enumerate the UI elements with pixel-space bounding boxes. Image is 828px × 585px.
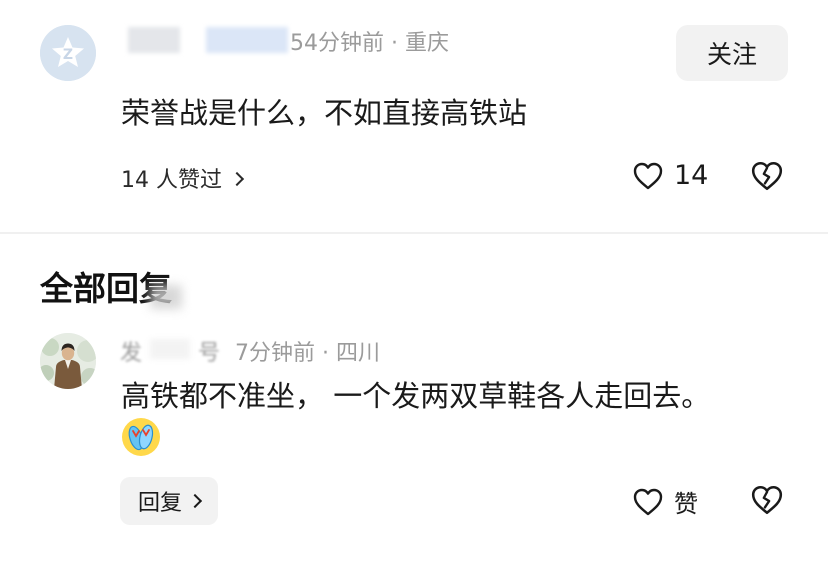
dislike-button[interactable] — [750, 484, 784, 520]
likes-summary-link[interactable]: 14 人赞过 — [121, 162, 245, 194]
user-photo-avatar — [40, 333, 96, 389]
comment-location: 重庆 — [405, 31, 450, 56]
svg-text:Z: Z — [63, 47, 73, 63]
reply-text: 高铁都不准坐， 一个发两双草鞋各人走回去。 — [121, 379, 711, 413]
comment-text: 荣誉战是什么，不如直接高铁站 — [121, 96, 528, 130]
dislike-button[interactable] — [750, 160, 784, 196]
comment-meta: 54分钟前 · 重庆 — [290, 25, 449, 57]
meta-separator: · — [391, 31, 398, 56]
author-name-redacted[interactable] — [128, 27, 180, 53]
author-name-redacted[interactable] — [206, 27, 288, 53]
reply-item: 发号 7分钟前 · 四川 高铁都不准坐， 一个发两双草鞋各人走回去。 🩴 回复 … — [0, 320, 828, 585]
flip-flops-emoji-icon — [122, 418, 160, 456]
reply-time: 7分钟前 — [235, 341, 315, 366]
heart-icon — [633, 162, 663, 189]
author-name-fragment: 号 — [198, 341, 221, 366]
follow-button[interactable]: 关注 — [676, 25, 788, 81]
comment-time: 54分钟前 — [290, 31, 384, 56]
broken-heart-icon — [751, 485, 783, 515]
redaction-mark — [150, 285, 182, 309]
meta-separator: · — [322, 341, 329, 366]
like-count: 14 — [674, 160, 709, 191]
section-divider — [0, 232, 828, 234]
likes-summary-text: 14 人赞过 — [121, 168, 222, 193]
chevron-right-icon — [229, 171, 245, 186]
like-label: 赞 — [674, 490, 698, 518]
heart-icon — [633, 488, 663, 515]
avatar[interactable] — [40, 333, 96, 389]
reply-button-label: 回复 — [137, 491, 182, 516]
reply-meta: 7分钟前 · 四川 — [235, 335, 380, 367]
like-button[interactable]: 赞 — [632, 484, 698, 519]
default-avatar-icon: Z — [40, 25, 96, 81]
reply-location: 四川 — [336, 341, 381, 366]
like-button[interactable]: 14 — [632, 160, 708, 191]
main-comment: Z 54分钟前 · 重庆 关注 荣誉战是什么，不如直接高铁站 14 人赞过 14 — [0, 0, 828, 232]
broken-heart-icon — [751, 161, 783, 191]
chevron-right-icon — [187, 493, 203, 509]
author-name-fragment: 发 — [120, 341, 143, 366]
redaction-mark — [150, 339, 190, 359]
avatar[interactable]: Z — [40, 25, 96, 81]
reply-button[interactable]: 回复 — [120, 477, 218, 525]
